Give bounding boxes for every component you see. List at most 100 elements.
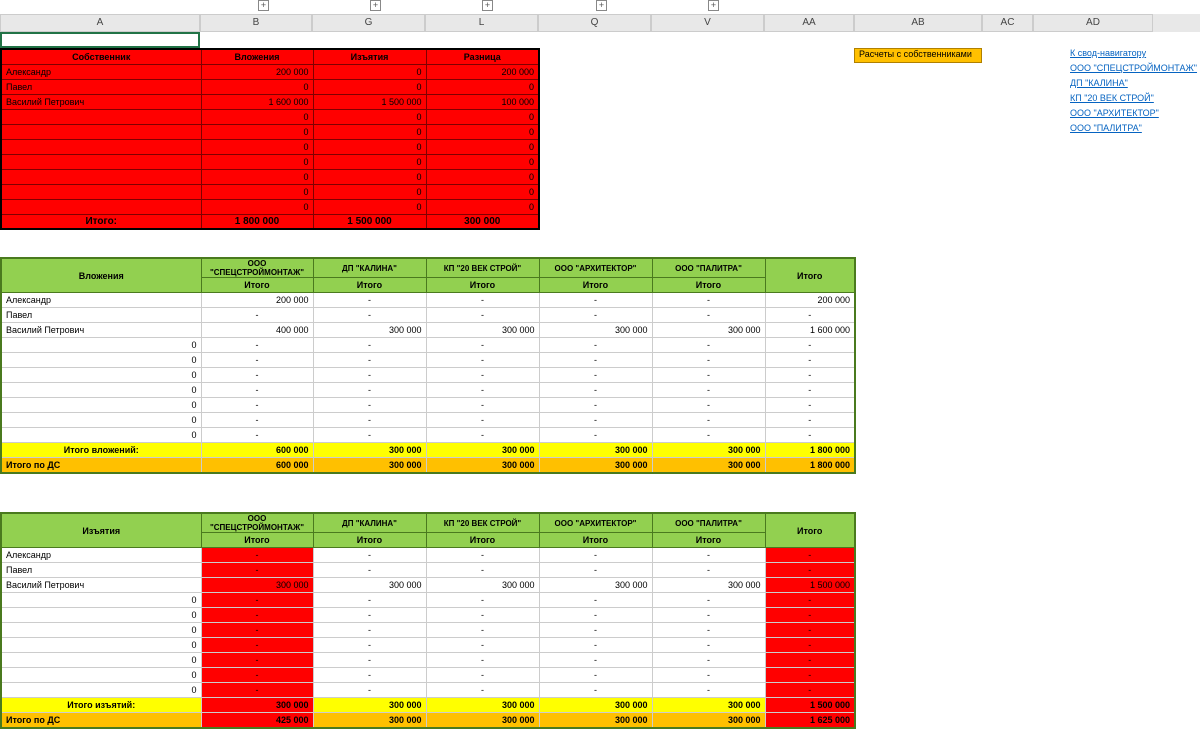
data-cell[interactable]: 300 000 bbox=[652, 578, 765, 593]
red-cell[interactable]: Павел bbox=[1, 79, 201, 94]
data-cell[interactable]: - bbox=[652, 593, 765, 608]
row-name[interactable]: Василий Петрович bbox=[1, 323, 201, 338]
red-cell[interactable]: 0 bbox=[201, 169, 313, 184]
data-cell[interactable]: 300 000 bbox=[652, 323, 765, 338]
data-cell[interactable]: - bbox=[426, 293, 539, 308]
red-cell[interactable]: 0 bbox=[313, 154, 426, 169]
data-cell[interactable]: - bbox=[652, 338, 765, 353]
data-cell[interactable]: - bbox=[426, 638, 539, 653]
row-total[interactable]: - bbox=[765, 638, 855, 653]
row-total[interactable]: - bbox=[765, 413, 855, 428]
data-cell[interactable]: - bbox=[313, 593, 426, 608]
data-cell[interactable]: - bbox=[201, 338, 313, 353]
red-cell[interactable] bbox=[1, 169, 201, 184]
data-cell[interactable]: - bbox=[313, 548, 426, 563]
data-cell[interactable]: - bbox=[426, 383, 539, 398]
data-cell[interactable]: - bbox=[426, 563, 539, 578]
data-cell[interactable]: - bbox=[652, 293, 765, 308]
row-total[interactable]: - bbox=[765, 593, 855, 608]
data-cell[interactable]: - bbox=[426, 593, 539, 608]
red-cell[interactable]: 0 bbox=[201, 109, 313, 124]
data-cell[interactable]: - bbox=[201, 623, 313, 638]
red-cell[interactable]: 0 bbox=[313, 199, 426, 214]
red-cell[interactable]: 0 bbox=[201, 154, 313, 169]
data-cell[interactable]: - bbox=[201, 608, 313, 623]
data-cell[interactable]: - bbox=[313, 428, 426, 443]
red-cell[interactable]: 0 bbox=[201, 124, 313, 139]
row-name[interactable]: 0 bbox=[1, 593, 201, 608]
data-cell[interactable]: - bbox=[426, 683, 539, 698]
outline-expand-0[interactable]: + bbox=[258, 0, 269, 11]
data-cell[interactable]: - bbox=[201, 548, 313, 563]
red-cell[interactable] bbox=[1, 154, 201, 169]
row-name[interactable]: 0 bbox=[1, 653, 201, 668]
data-cell[interactable]: - bbox=[201, 368, 313, 383]
row-name[interactable]: Александр bbox=[1, 293, 201, 308]
row-total[interactable]: - bbox=[765, 353, 855, 368]
row-name[interactable]: 0 bbox=[1, 623, 201, 638]
data-cell[interactable]: - bbox=[313, 383, 426, 398]
data-cell[interactable]: - bbox=[313, 683, 426, 698]
nav-link-5[interactable]: ООО "ПАЛИТРА" bbox=[1070, 123, 1200, 138]
row-total[interactable]: - bbox=[765, 338, 855, 353]
data-cell[interactable]: - bbox=[201, 668, 313, 683]
red-cell[interactable]: 0 bbox=[313, 109, 426, 124]
nav-link-1[interactable]: ООО "СПЕЦСТРОЙМОНТАЖ" bbox=[1070, 63, 1200, 78]
data-cell[interactable]: 300 000 bbox=[313, 323, 426, 338]
red-cell[interactable]: 1 500 000 bbox=[313, 94, 426, 109]
row-name[interactable]: 0 bbox=[1, 383, 201, 398]
red-cell[interactable] bbox=[1, 184, 201, 199]
red-cell[interactable]: 200 000 bbox=[201, 64, 313, 79]
row-name[interactable]: Павел bbox=[1, 308, 201, 323]
red-cell[interactable]: 0 bbox=[313, 139, 426, 154]
row-name[interactable]: 0 bbox=[1, 353, 201, 368]
data-cell[interactable]: - bbox=[426, 308, 539, 323]
data-cell[interactable]: - bbox=[539, 398, 652, 413]
red-cell[interactable]: Василий Петрович bbox=[1, 94, 201, 109]
data-cell[interactable]: - bbox=[539, 548, 652, 563]
data-cell[interactable]: - bbox=[539, 563, 652, 578]
row-total[interactable]: 1 600 000 bbox=[765, 323, 855, 338]
data-cell[interactable]: 400 000 bbox=[201, 323, 313, 338]
data-cell[interactable]: - bbox=[313, 653, 426, 668]
data-cell[interactable]: - bbox=[539, 683, 652, 698]
red-cell[interactable]: 0 bbox=[313, 124, 426, 139]
data-cell[interactable]: - bbox=[539, 653, 652, 668]
red-cell[interactable]: 200 000 bbox=[426, 64, 539, 79]
row-total[interactable]: - bbox=[765, 398, 855, 413]
red-cell[interactable]: 0 bbox=[426, 154, 539, 169]
data-cell[interactable]: - bbox=[426, 548, 539, 563]
data-cell[interactable]: - bbox=[426, 398, 539, 413]
data-cell[interactable]: - bbox=[539, 593, 652, 608]
data-cell[interactable]: - bbox=[426, 368, 539, 383]
row-total[interactable]: - bbox=[765, 383, 855, 398]
red-cell[interactable]: 0 bbox=[201, 139, 313, 154]
data-cell[interactable]: - bbox=[539, 623, 652, 638]
row-name[interactable]: 0 bbox=[1, 608, 201, 623]
data-cell[interactable]: 300 000 bbox=[313, 578, 426, 593]
active-cell[interactable] bbox=[0, 32, 200, 48]
row-name[interactable]: Александр bbox=[1, 548, 201, 563]
data-cell[interactable]: - bbox=[313, 608, 426, 623]
data-cell[interactable]: - bbox=[539, 383, 652, 398]
col-header-V[interactable]: V bbox=[651, 14, 764, 32]
data-cell[interactable]: - bbox=[313, 398, 426, 413]
col-header-AD[interactable]: AD bbox=[1033, 14, 1153, 32]
data-cell[interactable]: - bbox=[539, 338, 652, 353]
data-cell[interactable]: - bbox=[539, 668, 652, 683]
nav-link-0[interactable]: К свод-навигатору bbox=[1070, 48, 1200, 63]
data-cell[interactable]: - bbox=[201, 383, 313, 398]
red-cell[interactable]: 0 bbox=[426, 124, 539, 139]
data-cell[interactable]: - bbox=[313, 563, 426, 578]
red-cell[interactable]: 0 bbox=[201, 79, 313, 94]
data-cell[interactable]: - bbox=[652, 308, 765, 323]
row-name[interactable]: 0 bbox=[1, 413, 201, 428]
data-cell[interactable]: - bbox=[652, 563, 765, 578]
data-cell[interactable]: - bbox=[652, 548, 765, 563]
data-cell[interactable]: - bbox=[539, 608, 652, 623]
outline-expand-3[interactable]: + bbox=[596, 0, 607, 11]
col-header-L[interactable]: L bbox=[425, 14, 538, 32]
row-name[interactable]: 0 bbox=[1, 668, 201, 683]
nav-link-3[interactable]: КП "20 ВЕК СТРОЙ" bbox=[1070, 93, 1200, 108]
red-cell[interactable]: 0 bbox=[313, 79, 426, 94]
